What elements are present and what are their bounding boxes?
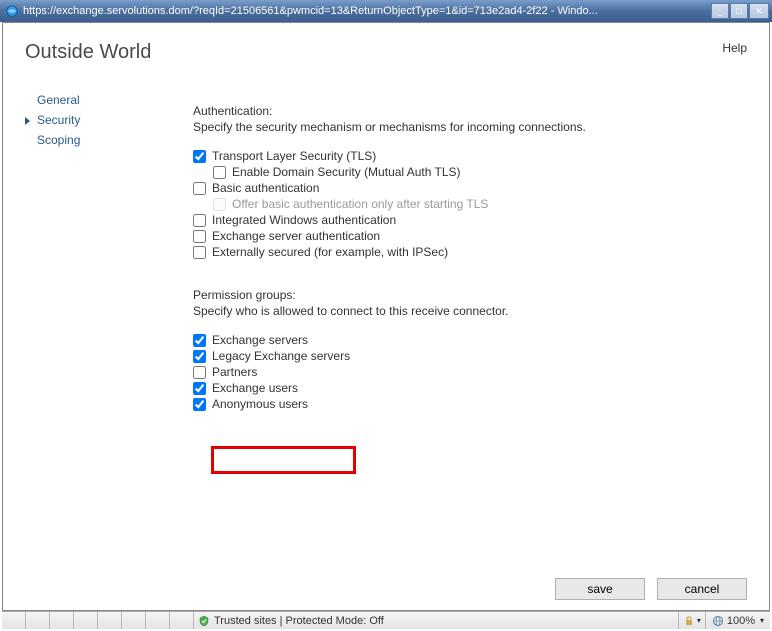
zoom-text: 100% [727,615,755,627]
perm-checkbox-legacy[interactable] [193,350,206,363]
dropdown-arrow-icon: ▾ [760,616,764,625]
perm-checkbox-exchange-users[interactable] [193,382,206,395]
perm-label: Exchange servers [212,333,308,347]
perm-label: Exchange users [212,381,298,395]
status-empty-5 [98,612,122,629]
auth-checkbox-exchange[interactable] [193,230,206,243]
auth-label: Exchange server authentication [212,229,380,243]
window-title: https://exchange.servolutions.dom/?reqId… [23,5,711,17]
auth-label: Transport Layer Security (TLS) [212,149,376,163]
perm-opt-exchange-servers: Exchange servers [193,332,749,348]
button-bar: save cancel [555,578,747,600]
lock-icon [683,615,695,627]
auth-checkbox-iwa[interactable] [193,214,206,227]
sidebar-item-security[interactable]: Security [23,110,193,130]
sidebar-item-general[interactable]: General [23,90,193,110]
close-button[interactable]: ✕ [749,3,769,19]
status-empty-8 [170,612,194,629]
status-zoom[interactable]: 100% ▾ [706,612,770,629]
status-ssl[interactable]: ▾ [679,612,706,629]
highlight-box [211,446,356,474]
ie-icon [5,4,19,18]
auth-checkbox-basic-after-tls [213,198,226,211]
status-empty-7 [146,612,170,629]
perm-checkbox-anonymous[interactable] [193,398,206,411]
status-zone[interactable]: Trusted sites | Protected Mode: Off [194,612,679,629]
main-panel: Authentication: Specify the security mec… [193,82,749,412]
perm-checkbox-partners[interactable] [193,366,206,379]
auth-label: Externally secured (for example, with IP… [212,245,448,259]
auth-opt-iwa: Integrated Windows authentication [193,212,749,228]
content-area: Outside World Help General Security Scop… [2,22,770,611]
window-titlebar: https://exchange.servolutions.dom/?reqId… [0,0,772,22]
status-empty-3 [50,612,74,629]
perm-label: Legacy Exchange servers [212,349,350,363]
sidebar-item-scoping[interactable]: Scoping [23,130,193,150]
shield-icon [198,615,210,627]
save-button[interactable]: save [555,578,645,600]
sidebar: General Security Scoping [23,82,193,412]
status-empty-6 [122,612,146,629]
help-link[interactable]: Help [722,41,747,64]
status-empty-4 [74,612,98,629]
auth-checkbox-mutual-tls[interactable] [213,166,226,179]
status-bar: Trusted sites | Protected Mode: Off ▾ 10… [2,611,770,629]
maximize-button[interactable]: □ [730,3,748,19]
perm-section: Permission groups: Specify who is allowe… [193,288,749,412]
perm-label: Partners [212,365,257,379]
page-title: Outside World [25,41,151,64]
page-header: Outside World Help [3,23,769,74]
auth-opt-external: Externally secured (for example, with IP… [193,244,749,260]
dropdown-arrow-icon: ▾ [697,616,701,625]
auth-opt-exchange: Exchange server authentication [193,228,749,244]
auth-opt-basic-after-tls: Offer basic authentication only after st… [193,196,749,212]
window-buttons: _ □ ✕ [711,3,769,19]
perm-opt-exchange-users: Exchange users [193,380,749,396]
auth-label: Basic authentication [212,181,319,195]
perm-label: Anonymous users [212,397,308,411]
perm-opt-legacy: Legacy Exchange servers [193,348,749,364]
auth-opt-tls: Transport Layer Security (TLS) [193,148,749,164]
globe-icon [712,615,724,627]
status-zone-text: Trusted sites | Protected Mode: Off [214,615,384,627]
perm-opt-partners: Partners [193,364,749,380]
body-layout: General Security Scoping Authentication:… [3,74,769,412]
auth-label: Offer basic authentication only after st… [232,197,488,211]
auth-checkbox-external[interactable] [193,246,206,259]
status-empty-2 [26,612,50,629]
auth-heading: Authentication: [193,104,749,118]
auth-opt-mutual-tls: Enable Domain Security (Mutual Auth TLS) [193,164,749,180]
auth-checkbox-tls[interactable] [193,150,206,163]
perm-desc: Specify who is allowed to connect to thi… [193,304,749,318]
perm-checkbox-exchange-servers[interactable] [193,334,206,347]
minimize-button[interactable]: _ [711,3,729,19]
cancel-button[interactable]: cancel [657,578,747,600]
auth-label: Integrated Windows authentication [212,213,396,227]
auth-desc: Specify the security mechanism or mechan… [193,120,749,134]
auth-checkbox-basic[interactable] [193,182,206,195]
status-empty-1 [2,612,26,629]
perm-heading: Permission groups: [193,288,749,302]
auth-opt-basic: Basic authentication [193,180,749,196]
perm-opt-anonymous: Anonymous users [193,396,749,412]
auth-label: Enable Domain Security (Mutual Auth TLS) [232,165,461,179]
